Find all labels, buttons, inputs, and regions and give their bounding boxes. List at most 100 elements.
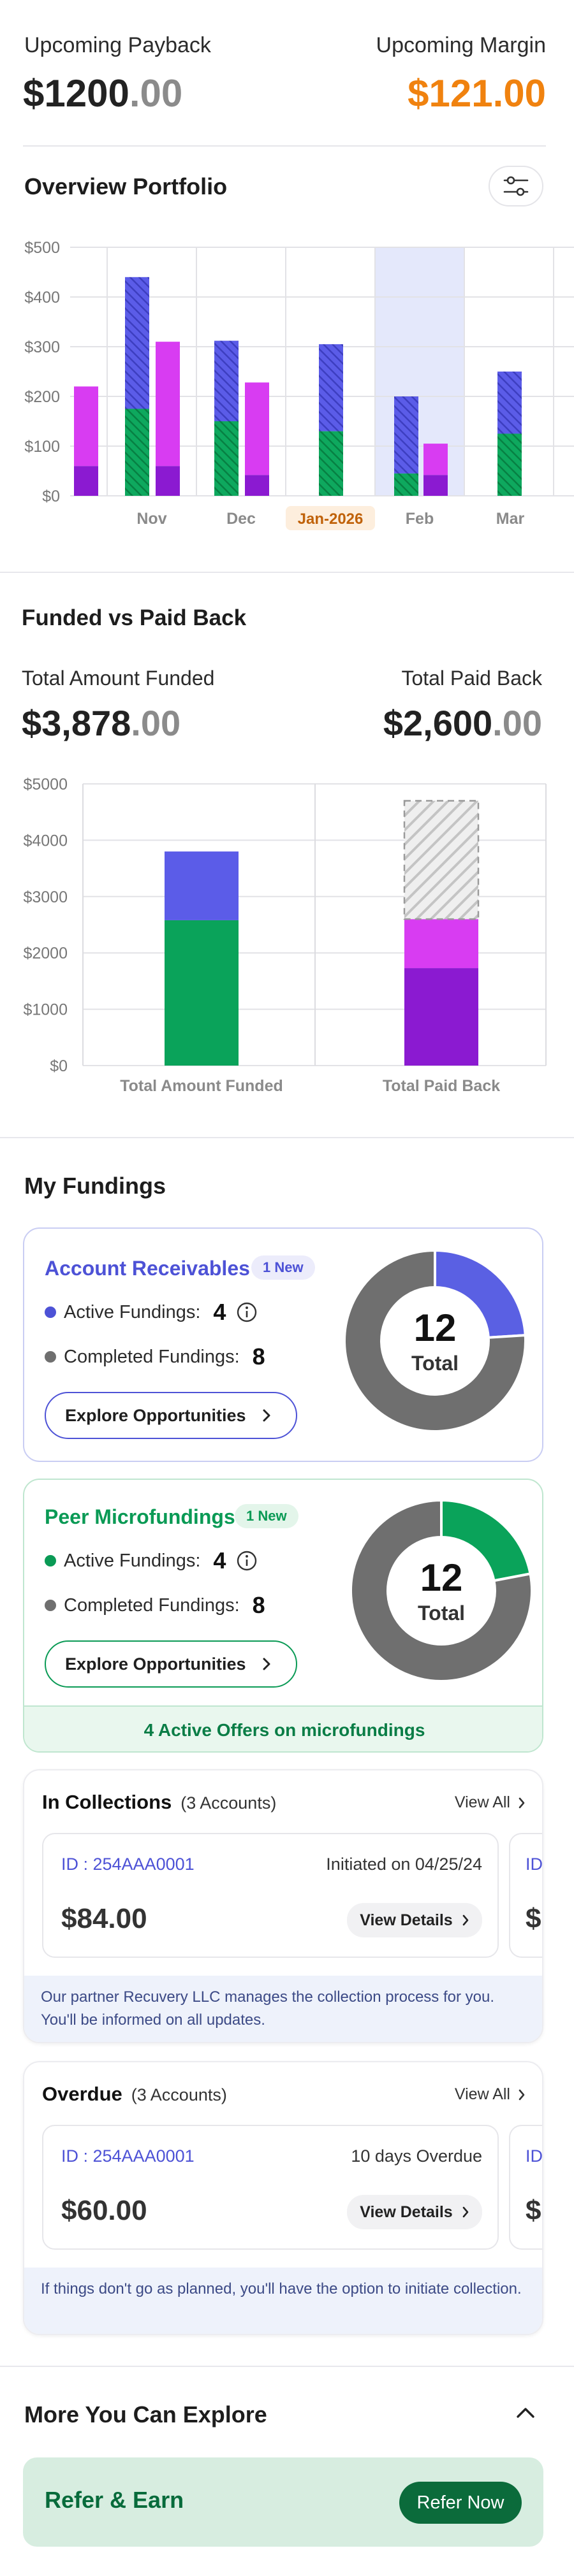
- ar-completed-label: Completed Fundings:: [64, 1346, 240, 1367]
- view-all-label: View All: [454, 1793, 510, 1811]
- view-all-label: View All: [454, 2085, 510, 2103]
- peer-completed-row: Completed Fundings: 8: [45, 1592, 265, 1619]
- chevron-up-icon[interactable]: [514, 2404, 537, 2425]
- section-divider: [0, 1137, 574, 1138]
- upcoming-margin-label: Upcoming Margin: [376, 33, 546, 57]
- bar-segment: [319, 344, 343, 431]
- ar-new-badge: 1 New: [251, 1255, 315, 1280]
- overdue-item-card-peek[interactable]: ID $: [509, 2125, 542, 2250]
- filter-button[interactable]: [489, 166, 543, 206]
- overdue-title: Overdue: [42, 2083, 122, 2105]
- overview-portfolio-chart: $0 $100 $200 $300 $400 $500 Nov Dec Jan-2026 Feb…: [24, 239, 574, 530]
- y-tick-label: $200: [24, 388, 60, 406]
- section-divider: [0, 2366, 574, 2367]
- bar-segment: [394, 396, 418, 474]
- view-details-label: View Details: [360, 2203, 453, 2221]
- bar-segment: [165, 920, 239, 1066]
- total-paid-back-amount: $2,600.00: [383, 703, 542, 743]
- collection-view-details-button[interactable]: View Details: [347, 1903, 482, 1937]
- active-dot: [45, 1555, 56, 1567]
- y-tick-label: $300: [24, 338, 60, 356]
- overdue-count: (3 Accounts): [131, 2085, 227, 2104]
- upcoming-margin-amount: $121.00: [408, 72, 546, 115]
- peer-offers-banner[interactable]: 4 Active Offers on microfundings: [24, 1705, 542, 1751]
- bar-segment: [404, 919, 478, 969]
- bar-segment: [125, 409, 149, 496]
- x-tick-label: Total Amount Funded: [120, 1077, 283, 1095]
- bar-segment: [214, 340, 239, 421]
- overdue-card: Overdue (3 Accounts) View All ID : 254AA…: [23, 2061, 543, 2335]
- total-funded-label: Total Amount Funded: [22, 667, 215, 690]
- peek-item-amount: $: [526, 2195, 541, 2226]
- refer-earn-card: Refer & Earn Refer Now: [23, 2457, 543, 2547]
- ar-title: Account Receivables: [45, 1257, 250, 1280]
- peek-item-amount: $: [526, 1903, 541, 1934]
- ar-active-label: Active Fundings:: [64, 1301, 201, 1322]
- in-collections-card: In Collections (3 Accounts) View All ID …: [23, 1769, 543, 2043]
- section-divider: [0, 572, 574, 573]
- collections-view-all[interactable]: View All: [455, 1793, 526, 1812]
- x-tick-label: Mar: [496, 510, 525, 528]
- bar-segment: [319, 431, 343, 496]
- y-tick-label: $0: [42, 488, 60, 505]
- overdue-note: If things don't go as planned, you'll ha…: [24, 2268, 542, 2334]
- collections-header: In Collections (3 Accounts): [42, 1791, 276, 1814]
- ar-completed-row: Completed Fundings: 8: [45, 1343, 265, 1370]
- total-paid-back-label: Total Paid Back: [401, 667, 542, 690]
- ar-donut-total: 12: [414, 1306, 457, 1349]
- y-tick-label: $100: [24, 438, 60, 456]
- peer-completed-label: Completed Fundings:: [64, 1595, 240, 1616]
- header-divider: [23, 145, 546, 147]
- collection-item-amount: $84.00: [61, 1903, 147, 1934]
- bar-segment: [497, 372, 522, 434]
- overdue-item-amount: $60.00: [61, 2195, 147, 2226]
- y-tick-label: $0: [50, 1057, 68, 1075]
- peer-explore-button[interactable]: Explore Opportunities: [45, 1640, 297, 1688]
- overdue-item-id: ID : 254AAA0001: [61, 2146, 195, 2166]
- ar-donut-chart: 12 Total: [343, 1248, 527, 1433]
- info-icon[interactable]: [236, 1301, 258, 1323]
- collections-count: (3 Accounts): [180, 1793, 277, 1813]
- ar-explore-button[interactable]: Explore Opportunities: [45, 1392, 297, 1439]
- chevron-right-icon: [261, 1408, 272, 1423]
- collections-note: Our partner Recuvery LLC manages the col…: [24, 1976, 542, 2042]
- x-tick-label: Nov: [136, 510, 166, 528]
- peer-title: Peer Microfundings: [45, 1505, 235, 1528]
- y-tick-label: $3000: [23, 888, 68, 906]
- y-tick-label: $2000: [23, 944, 68, 962]
- funded-title: Funded vs Paid Back: [22, 605, 247, 630]
- account-receivables-card: Account Receivables 1 New Active Funding…: [23, 1227, 543, 1462]
- upcoming-payback-amount: $1200.00: [23, 72, 183, 115]
- chevron-right-icon: [518, 1797, 526, 1809]
- overdue-item-status: 10 days Overdue: [351, 2146, 482, 2166]
- bar-segment: [423, 475, 448, 496]
- peer-completed-count: 8: [252, 1592, 265, 1618]
- bar-segment: [156, 466, 180, 496]
- collections-title: In Collections: [42, 1791, 172, 1813]
- overdue-view-all[interactable]: View All: [455, 2085, 526, 2104]
- collection-item-card-peek[interactable]: ID $: [509, 1833, 543, 1958]
- info-icon[interactable]: [236, 1550, 258, 1572]
- collection-item-id: ID : 254AAA0001: [61, 1855, 195, 1874]
- peer-active-label: Active Fundings:: [64, 1550, 201, 1571]
- bar-segment: [403, 800, 480, 920]
- overdue-item-card[interactable]: ID : 254AAA0001 10 days Overdue $60.00 V…: [42, 2125, 499, 2250]
- bar-segment: [214, 421, 239, 496]
- ar-completed-count: 8: [252, 1343, 265, 1370]
- bar-segment: [245, 382, 269, 475]
- peek-item-id: ID: [526, 1855, 543, 1874]
- y-tick-label: $4000: [23, 832, 68, 850]
- collection-item-card[interactable]: ID : 254AAA0001 Initiated on 04/25/24 $8…: [42, 1833, 499, 1958]
- explore-title: More You Can Explore: [24, 2401, 267, 2428]
- bar-segment: [74, 386, 98, 467]
- chevron-right-icon: [462, 1914, 469, 1927]
- bar-segment: [125, 277, 149, 409]
- x-tick-label: Total Paid Back: [383, 1077, 500, 1095]
- peer-active-count: 4: [213, 1547, 226, 1574]
- y-tick-label: $5000: [23, 776, 68, 793]
- bar-segment: [245, 475, 269, 496]
- filter-sliders-icon: [503, 176, 529, 196]
- refer-now-button[interactable]: Refer Now: [399, 2482, 522, 2524]
- view-details-label: View Details: [360, 1911, 453, 1929]
- overdue-view-details-button[interactable]: View Details: [347, 2195, 482, 2229]
